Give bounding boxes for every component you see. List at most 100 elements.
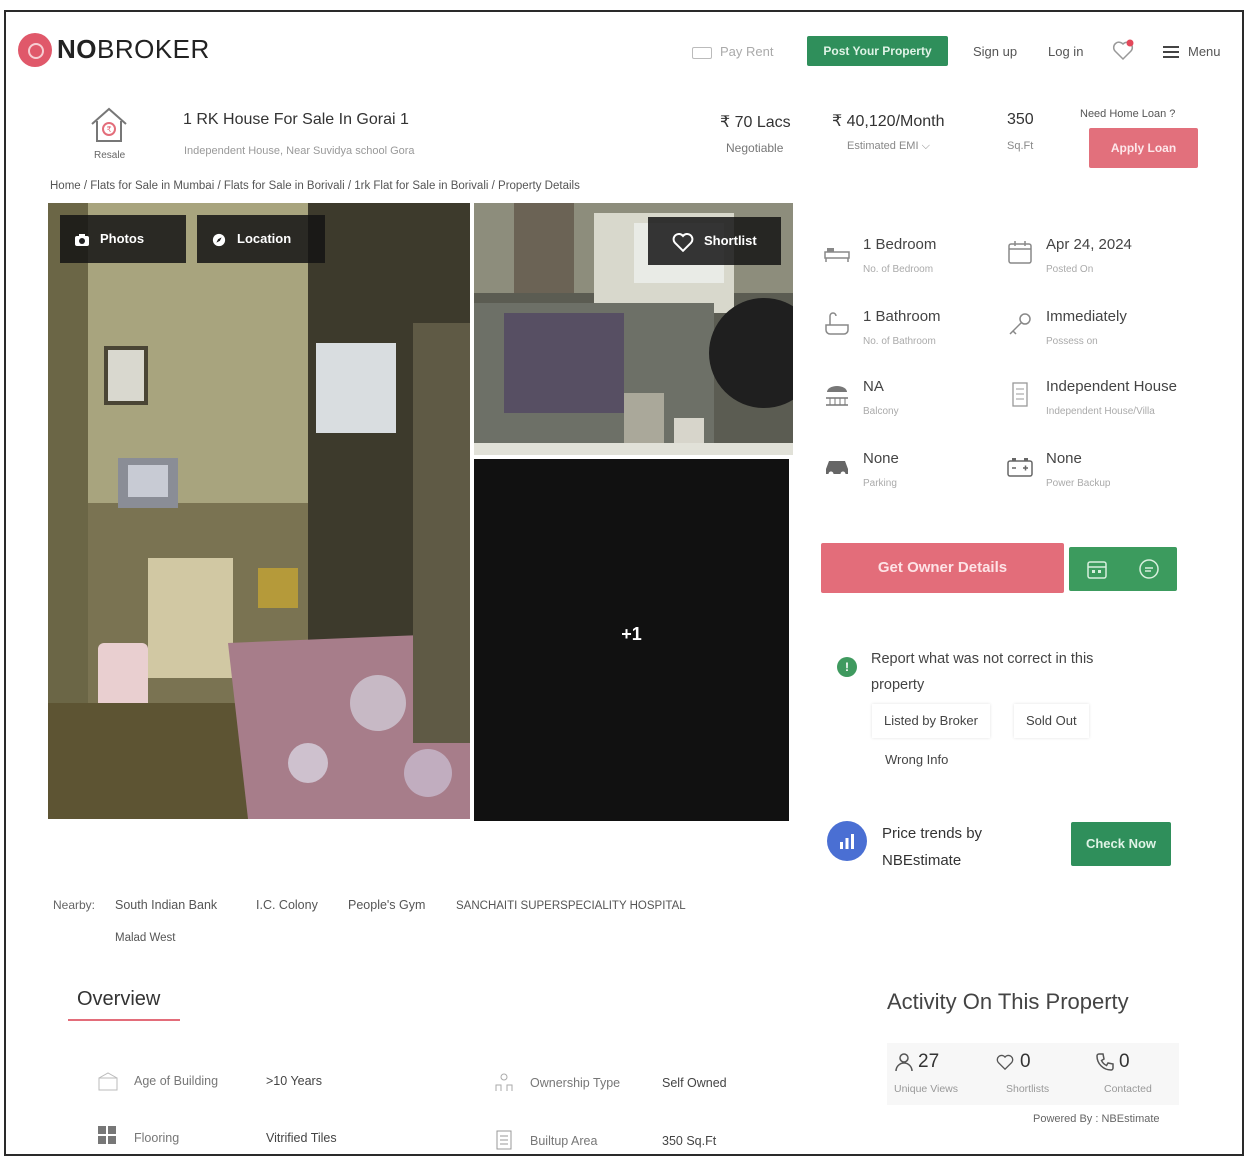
overview-label: Builtup Area bbox=[530, 1134, 598, 1148]
breadcrumb[interactable]: Home / Flats for Sale in Mumbai / Flats … bbox=[50, 180, 580, 192]
nearby-item[interactable]: I.C. Colony bbox=[256, 898, 318, 912]
overview-tab[interactable]: Overview bbox=[77, 988, 160, 1011]
bed-icon bbox=[824, 248, 850, 262]
feature-value: None bbox=[863, 450, 899, 467]
chat-icon[interactable] bbox=[1138, 558, 1160, 580]
menu-label[interactable]: Menu bbox=[1188, 44, 1221, 59]
nearby-item[interactable]: SANCHAITI SUPERSPECIALITY HOSPITAL bbox=[456, 900, 686, 912]
listing-price: ₹ 70 Lacs bbox=[720, 114, 791, 131]
ownership-icon bbox=[495, 1073, 513, 1091]
heart-icon[interactable] bbox=[1111, 38, 1135, 62]
overview-value: >10 Years bbox=[266, 1074, 322, 1088]
contacted-label: Contacted bbox=[1104, 1083, 1152, 1095]
key-icon bbox=[1009, 313, 1031, 335]
shortlist-label: Shortlist bbox=[704, 233, 757, 248]
overview-value: 350 Sq.Ft bbox=[662, 1134, 717, 1148]
photos-button[interactable]: Photos bbox=[60, 215, 186, 263]
feature-label: No. of Bedroom bbox=[863, 264, 934, 275]
feature-value: 1 Bathroom bbox=[863, 308, 941, 325]
pay-rent-link[interactable]: Pay Rent bbox=[692, 44, 773, 59]
price-trends-text: Price trends by NBEstimate bbox=[882, 820, 982, 874]
feature-label: Possess on bbox=[1046, 336, 1098, 347]
logo-bold: NO bbox=[57, 34, 97, 64]
contacted-count: 0 bbox=[1119, 1051, 1130, 1072]
overview-value: Self Owned bbox=[662, 1076, 727, 1090]
emi-dropdown[interactable]: Estimated EMI ⌵ bbox=[847, 140, 930, 153]
flooring-icon bbox=[98, 1126, 116, 1144]
price-trends-line1: Price trends by bbox=[882, 825, 983, 842]
feature-label: Parking bbox=[863, 478, 897, 489]
bath-icon bbox=[825, 312, 849, 335]
schedule-calendar-icon[interactable] bbox=[1086, 558, 1108, 580]
area-unit: Sq.Ft bbox=[1007, 140, 1034, 152]
feature-label: Balcony bbox=[863, 406, 899, 417]
building-icon bbox=[1012, 382, 1028, 407]
price-trends-icon bbox=[827, 821, 867, 861]
builtup-area-icon bbox=[496, 1130, 512, 1150]
resale-house-icon: ₹ bbox=[91, 107, 127, 142]
unique-views-count: 27 bbox=[918, 1051, 940, 1072]
check-now-button[interactable]: Check Now bbox=[1071, 822, 1171, 866]
photos-label: Photos bbox=[100, 231, 145, 246]
report-listed-by-broker[interactable]: Listed by Broker bbox=[872, 704, 990, 738]
heart-outline-icon bbox=[996, 1054, 1014, 1071]
user-icon bbox=[895, 1053, 913, 1072]
report-text: Report what was not correct in this prop… bbox=[871, 651, 1094, 693]
overview-label: Ownership Type bbox=[530, 1076, 621, 1090]
menu-icon[interactable] bbox=[1163, 46, 1179, 58]
report-wrong-info[interactable]: Wrong Info bbox=[885, 752, 948, 767]
feature-value: Apr 24, 2024 bbox=[1046, 236, 1132, 253]
shortlist-button[interactable]: Shortlist bbox=[648, 217, 781, 265]
building-age-icon bbox=[98, 1072, 118, 1091]
feature-value: Independent House bbox=[1046, 378, 1177, 395]
more-photos-tile[interactable]: +1 bbox=[474, 459, 789, 821]
nearby-item[interactable]: Malad West bbox=[115, 932, 176, 944]
card-icon bbox=[692, 46, 712, 59]
main-property-photo[interactable] bbox=[48, 203, 470, 819]
overview-value: Vitrified Tiles bbox=[266, 1131, 337, 1145]
report-sold-out[interactable]: Sold Out bbox=[1014, 704, 1089, 738]
feature-label: Independent House/Villa bbox=[1046, 406, 1155, 417]
shortlists-count: 0 bbox=[1020, 1051, 1031, 1072]
activity-title: Activity On This Property bbox=[887, 989, 1129, 1014]
car-icon bbox=[826, 461, 848, 477]
apply-loan-button[interactable]: Apply Loan bbox=[1089, 128, 1198, 168]
heart-outline-icon bbox=[672, 232, 694, 252]
listing-title: 1 RK House For Sale In Gorai 1 bbox=[183, 111, 409, 128]
more-photos-count: +1 bbox=[621, 624, 642, 644]
emi-value: ₹ 40,120/Month bbox=[832, 113, 945, 130]
bar-chart-icon bbox=[840, 834, 854, 849]
get-owner-details-button[interactable]: Get Owner Details bbox=[821, 543, 1064, 593]
nearby-item[interactable]: People's Gym bbox=[348, 898, 425, 912]
nearby-item[interactable]: South Indian Bank bbox=[115, 898, 217, 912]
nearby-label: Nearby: bbox=[53, 898, 96, 912]
owner-actions-button[interactable] bbox=[1069, 547, 1177, 591]
price-trends-line2: NBEstimate bbox=[882, 852, 962, 869]
logo-icon[interactable] bbox=[18, 33, 52, 67]
feature-value: 1 Bedroom bbox=[863, 236, 937, 253]
logo[interactable]: NOBROKER bbox=[57, 34, 210, 65]
unique-views-label: Unique Views bbox=[894, 1083, 959, 1095]
feature-label: No. of Bathroom bbox=[863, 336, 936, 347]
battery-icon bbox=[1007, 458, 1033, 477]
balcony-icon bbox=[826, 386, 848, 406]
overview-label: Flooring bbox=[134, 1131, 180, 1145]
calendar-icon bbox=[1008, 241, 1032, 264]
logo-light: BROKER bbox=[97, 34, 210, 64]
feature-label: Posted On bbox=[1046, 264, 1094, 275]
location-button[interactable]: Location bbox=[197, 215, 325, 263]
post-property-button[interactable]: Post Your Property bbox=[807, 36, 948, 66]
shortlists-label: Shortlists bbox=[1006, 1083, 1050, 1095]
feature-label: Power Backup bbox=[1046, 478, 1111, 489]
compass-icon bbox=[212, 233, 226, 246]
listing-subtitle: Independent House, Near Suvidya school G… bbox=[184, 145, 415, 157]
feature-value: Immediately bbox=[1046, 308, 1127, 325]
sign-up-link[interactable]: Sign up bbox=[973, 44, 1017, 59]
chevron-down-icon: ⌵ bbox=[921, 140, 930, 152]
home-loan-question: Need Home Loan ? bbox=[1080, 108, 1176, 120]
feature-value: NA bbox=[863, 378, 884, 395]
price-note: Negotiable bbox=[726, 141, 784, 155]
resale-label: Resale bbox=[94, 150, 126, 161]
overview-label: Age of Building bbox=[134, 1074, 219, 1088]
log-in-link[interactable]: Log in bbox=[1048, 44, 1083, 59]
